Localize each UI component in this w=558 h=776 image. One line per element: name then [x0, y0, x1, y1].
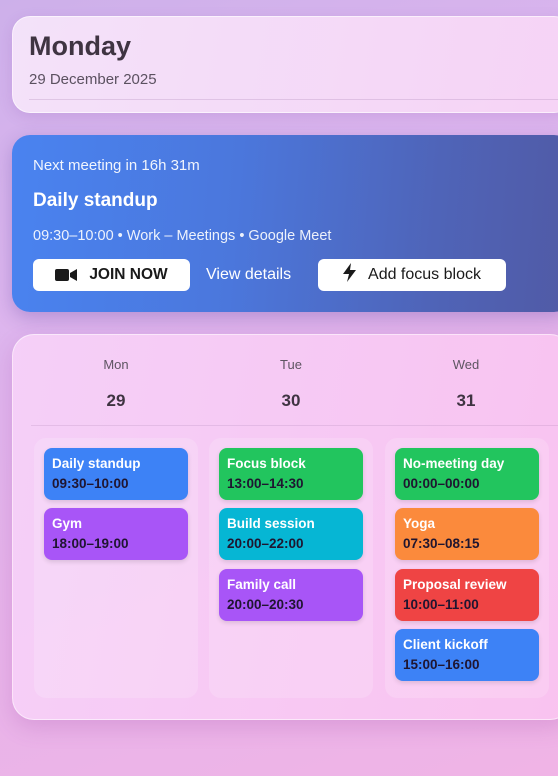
event-title: Daily standup: [52, 456, 141, 471]
event-card[interactable]: Gym 18:00–19:00: [44, 508, 188, 560]
event-title: Gym: [52, 516, 83, 531]
day-column-tue: Focus block 13:00–14:30 Build session 20…: [209, 438, 373, 698]
event-title: Family call: [227, 577, 297, 592]
event-card[interactable]: Focus block 13:00–14:30: [219, 448, 363, 500]
event-card[interactable]: No-meeting day 00:00–00:00: [395, 448, 539, 500]
event-time: 10:00–11:00: [403, 597, 479, 612]
join-now-label: JOIN NOW: [89, 266, 168, 283]
next-meeting-card: Next meeting in 16h 31m Daily standup 09…: [12, 135, 558, 312]
day-number: 30: [281, 391, 301, 410]
event-card[interactable]: Daily standup 09:30–10:00: [44, 448, 188, 500]
view-details-link[interactable]: View details: [206, 266, 291, 284]
day-of-week: Tue: [280, 357, 302, 372]
event-title: Focus block: [227, 456, 306, 471]
day-column-mon: Daily standup 09:30–10:00 Gym 18:00–19:0…: [34, 438, 198, 698]
event-time: 20:00–22:00: [227, 536, 304, 551]
join-now-button[interactable]: JOIN NOW: [33, 259, 190, 291]
event-time: 09:30–10:00: [52, 476, 129, 491]
day-number: 31: [456, 391, 476, 410]
day-header-tue[interactable]: Tue 30: [241, 357, 341, 411]
add-focus-block-button[interactable]: Add focus block: [318, 259, 506, 291]
divider: [31, 425, 558, 426]
meeting-title: Daily standup: [33, 190, 158, 211]
meeting-meta: 09:30–10:00 • Work – Meetings • Google M…: [33, 228, 332, 244]
day-column-wed: No-meeting day 00:00–00:00 Yoga 07:30–08…: [385, 438, 549, 698]
event-title: No-meeting day: [403, 456, 505, 471]
day-number: 29: [106, 391, 126, 410]
event-card[interactable]: Client kickoff 15:00–16:00: [395, 629, 539, 681]
event-card[interactable]: Family call 20:00–20:30: [219, 569, 363, 621]
day-header-wed[interactable]: Wed 31: [416, 357, 516, 411]
event-time: 07:30–08:15: [403, 536, 480, 551]
event-time: 18:00–19:00: [52, 536, 129, 551]
event-card[interactable]: Build session 20:00–22:00: [219, 508, 363, 560]
event-title: Build session: [227, 516, 315, 531]
event-card[interactable]: Proposal review 10:00–11:00: [395, 569, 539, 621]
event-title: Proposal review: [403, 577, 507, 592]
event-time: 00:00–00:00: [403, 476, 480, 491]
add-focus-block-label: Add focus block: [368, 266, 481, 283]
day-title: Monday: [29, 31, 132, 61]
event-title: Yoga: [403, 516, 436, 531]
day-header-mon[interactable]: Mon 29: [66, 357, 166, 411]
next-meeting-countdown: Next meeting in 16h 31m: [33, 157, 200, 174]
video-camera-icon: [55, 268, 78, 282]
event-card[interactable]: Yoga 07:30–08:15: [395, 508, 539, 560]
divider: [29, 99, 558, 100]
event-title: Client kickoff: [403, 637, 488, 652]
date-subtitle: 29 December 2025: [29, 71, 157, 88]
date-header-card: Monday 29 December 2025: [12, 16, 558, 113]
event-time: 13:00–14:30: [227, 476, 304, 491]
event-time: 15:00–16:00: [403, 657, 480, 672]
week-calendar-card: Mon 29 Tue 30 Wed 31 Daily standup 09:30…: [12, 334, 558, 720]
day-of-week: Wed: [452, 357, 480, 372]
day-of-week: Mon: [103, 357, 129, 372]
event-time: 20:00–20:30: [227, 597, 304, 612]
lightning-bolt-icon: [343, 263, 357, 287]
